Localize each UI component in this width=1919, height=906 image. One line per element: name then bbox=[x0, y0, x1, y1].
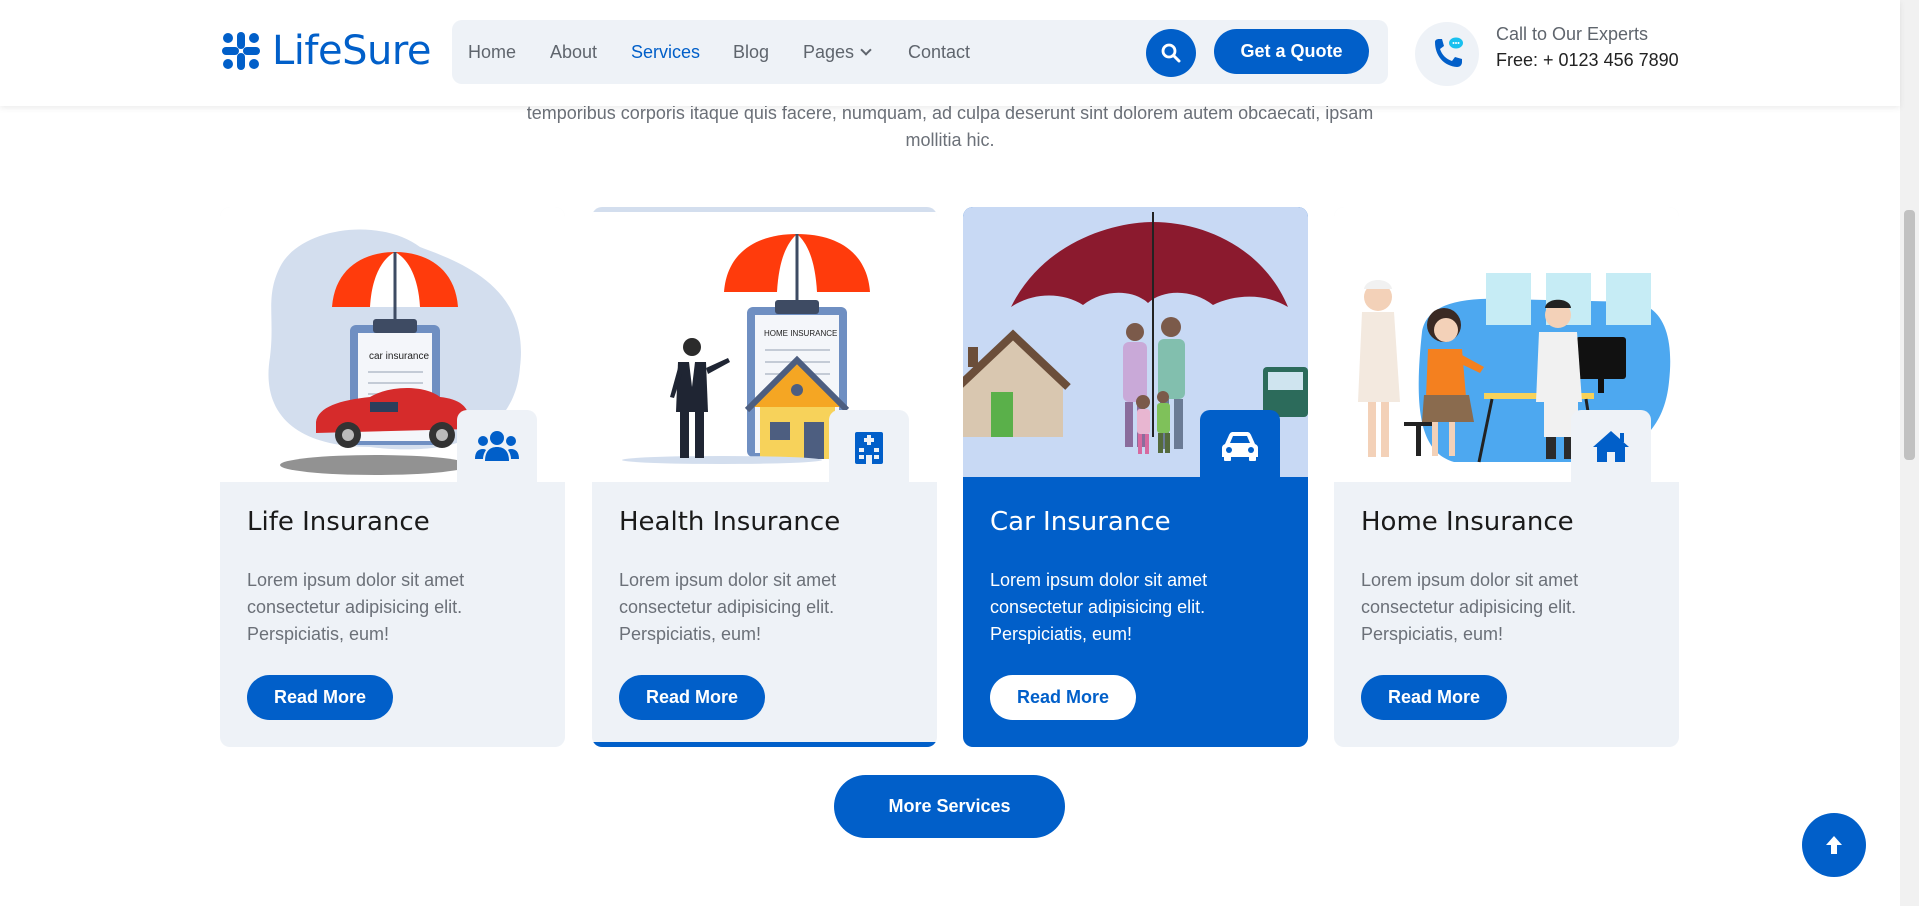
card-text: Lorem ipsum dolor sit amet consectetur a… bbox=[247, 570, 465, 644]
back-to-top-button[interactable] bbox=[1802, 813, 1866, 877]
phone-chat-icon bbox=[1415, 22, 1479, 86]
read-more-button[interactable]: Read More bbox=[247, 675, 393, 720]
nav-home[interactable]: Home bbox=[468, 42, 516, 63]
hospital-icon-box bbox=[829, 410, 909, 482]
card-title: Car Insurance bbox=[990, 507, 1171, 537]
nav-about[interactable]: About bbox=[550, 42, 597, 63]
call-number[interactable]: Free: + 0123 456 7890 bbox=[1496, 50, 1679, 71]
nav-services[interactable]: Services bbox=[631, 42, 700, 63]
chevron-down-icon bbox=[860, 44, 872, 56]
search-button[interactable] bbox=[1146, 29, 1196, 77]
logo-text: LifeSure bbox=[272, 28, 432, 74]
nav-pages[interactable]: Pages bbox=[803, 42, 872, 63]
scrollbar[interactable] bbox=[1900, 0, 1919, 906]
read-more-button[interactable]: Read More bbox=[990, 675, 1136, 720]
service-card-car: Car Insurance Lorem ipsum dolor sit amet… bbox=[963, 207, 1308, 747]
car-insurance-doc-label: car insurance bbox=[369, 351, 429, 362]
nav-blog[interactable]: Blog bbox=[733, 42, 769, 63]
call-title: Call to Our Experts bbox=[1496, 24, 1649, 44]
section-intro-text: temporibus corporis itaque quis facere, … bbox=[526, 103, 1374, 150]
read-more-button[interactable]: Read More bbox=[1361, 675, 1507, 720]
service-card-home: Home Insurance Lorem ipsum dolor sit ame… bbox=[1334, 207, 1679, 747]
scrollbar-thumb[interactable] bbox=[1904, 210, 1915, 460]
card-text: Lorem ipsum dolor sit amet consectetur a… bbox=[619, 570, 837, 644]
site-header: LifeSure Home About Services Blog Pages … bbox=[0, 0, 1900, 106]
card-text: Lorem ipsum dolor sit amet consectetur a… bbox=[990, 570, 1208, 644]
nav-pages-label: Pages bbox=[803, 42, 855, 62]
arrow-up-icon bbox=[1826, 836, 1842, 854]
card-title: Health Insurance bbox=[619, 507, 841, 537]
hospital-icon bbox=[855, 432, 883, 464]
logo-icon bbox=[222, 32, 260, 70]
read-more-button[interactable]: Read More bbox=[619, 675, 765, 720]
card-title: Home Insurance bbox=[1361, 507, 1574, 537]
card-text: Lorem ipsum dolor sit amet consectetur a… bbox=[1361, 570, 1579, 644]
service-card-health: HOME INSURANCE Health Insurance Lorem ip… bbox=[592, 207, 937, 747]
card-title: Life Insurance bbox=[247, 507, 430, 537]
home-insurance-doc-label: HOME INSURANCE bbox=[764, 329, 837, 338]
nav-contact[interactable]: Contact bbox=[908, 42, 970, 63]
service-card-life: car insurance Life Insurance Lorem ipsum… bbox=[220, 207, 565, 747]
home-icon bbox=[1593, 431, 1629, 462]
users-icon-box bbox=[457, 410, 537, 482]
main-nav: Home About Services Blog Pages Contact G… bbox=[452, 20, 1388, 84]
page: LifeSure Home About Services Blog Pages … bbox=[0, 0, 1919, 906]
get-quote-button[interactable]: Get a Quote bbox=[1214, 29, 1369, 74]
home-icon-box bbox=[1571, 410, 1651, 482]
more-services-button[interactable]: More Services bbox=[834, 775, 1065, 838]
logo[interactable]: LifeSure bbox=[220, 28, 432, 74]
car-icon bbox=[1222, 432, 1258, 461]
users-icon bbox=[475, 431, 519, 461]
phone-icon bbox=[1435, 37, 1463, 67]
search-icon bbox=[1161, 43, 1181, 63]
car-icon-box bbox=[1200, 410, 1280, 482]
